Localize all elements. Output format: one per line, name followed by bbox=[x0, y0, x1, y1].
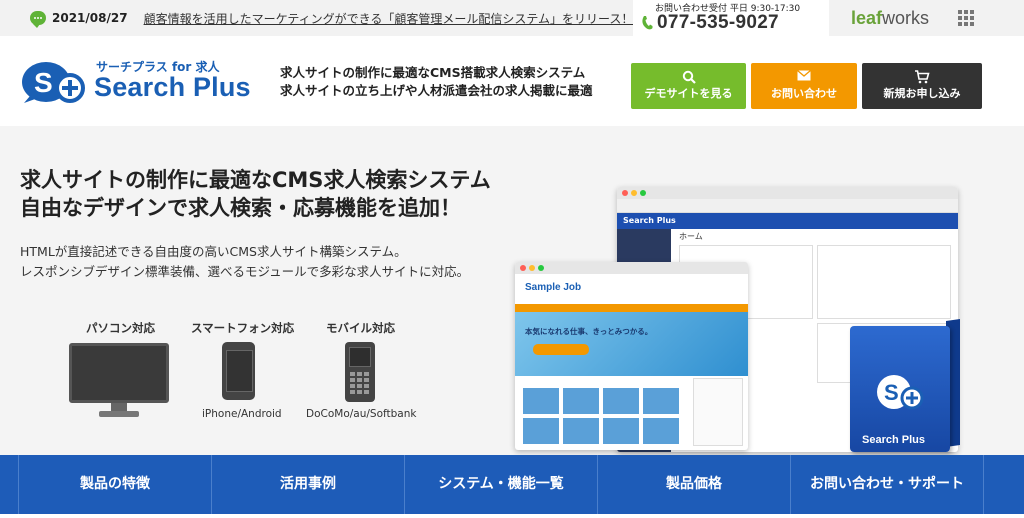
footer-strip bbox=[0, 514, 1024, 518]
sample-brand: Sample Job bbox=[525, 282, 582, 293]
news-link[interactable]: 顧客情報を活用したマーケティングができる「顧客管理メール配信システム」をリリース… bbox=[144, 10, 634, 27]
phone-icon bbox=[642, 16, 653, 30]
company-logo[interactable]: leafworks bbox=[851, 8, 929, 29]
mobile-carrier-label: DoCoMo/au/Softbank bbox=[306, 408, 417, 420]
pc-support-label: パソコン対応 bbox=[86, 321, 155, 335]
mail-icon bbox=[751, 63, 857, 85]
smartphone-support-label: スマートフォン対応 bbox=[191, 321, 295, 335]
nav-contact-support[interactable]: お問い合わせ・サポート bbox=[791, 455, 984, 514]
mobile-support-label: モバイル対応 bbox=[326, 321, 395, 335]
search-icon bbox=[631, 63, 746, 85]
svg-text:S: S bbox=[884, 380, 899, 405]
search-plus-logo-icon: S bbox=[877, 375, 924, 410]
chat-bubble-icon bbox=[30, 11, 46, 28]
apply-button[interactable]: 新規お申し込み bbox=[862, 63, 982, 109]
news-date: 2021/08/27 bbox=[52, 11, 128, 25]
logo-title[interactable]: Search Plus bbox=[94, 72, 251, 103]
admin-brand: Search Plus bbox=[617, 213, 958, 229]
smartphone-os-label: iPhone/Android bbox=[202, 408, 282, 420]
nav-pricing[interactable]: 製品価格 bbox=[598, 455, 791, 514]
site-header: S サーチプラス for 求人 Search Plus 求人サイトの制作に最適な… bbox=[0, 36, 1024, 126]
sample-job-screenshot: Sample Job 本気になれる仕事、きっとみつかる。 bbox=[515, 262, 748, 450]
product-package-image: S Search Plus bbox=[850, 319, 962, 452]
nav-case-studies[interactable]: 活用事例 bbox=[212, 455, 405, 514]
header-tagline: 求人サイトの制作に最適なCMS搭載求人検索システム 求人サイトの立ち上げや人材派… bbox=[280, 65, 593, 98]
demo-site-button[interactable]: デモサイトを見る bbox=[631, 63, 746, 109]
nav-system-functions[interactable]: システム・機能一覧 bbox=[405, 455, 598, 514]
smartphone-icon bbox=[222, 342, 255, 400]
sample-banner-text: 本気になれる仕事、きっとみつかる。 bbox=[525, 327, 653, 336]
feature-phone-icon bbox=[345, 342, 375, 402]
phone-number: 077-535-9027 bbox=[657, 12, 779, 33]
monitor-icon bbox=[69, 343, 169, 418]
phone-contact[interactable]: お問い合わせ受付 平日 9:30-17:30 077-535-9027 bbox=[633, 0, 829, 36]
contact-button[interactable]: お問い合わせ bbox=[751, 63, 857, 109]
hero-description: HTMLが直接記述できる自由度の高いCMS求人サイト構築システム。 レスポンシブ… bbox=[20, 244, 470, 279]
search-plus-logo-icon[interactable]: S bbox=[20, 58, 90, 104]
box-product-name: Search Plus bbox=[862, 434, 925, 446]
svg-text:S: S bbox=[34, 67, 53, 98]
top-bar: 2021/08/27 顧客情報を活用したマーケティングができる「顧客管理メール配… bbox=[0, 0, 1024, 36]
grid-menu-icon[interactable] bbox=[958, 10, 974, 26]
hero-title: 求人サイトの制作に最適なCMS求人検索システム 自由なデザインで求人検索・応募機… bbox=[20, 168, 491, 220]
news-ticker: 2021/08/27 顧客情報を活用したマーケティングができる「顧客管理メール配… bbox=[30, 9, 634, 28]
nav-features[interactable]: 製品の特徴 bbox=[18, 455, 212, 514]
cart-icon bbox=[862, 63, 982, 85]
main-navigation: 製品の特徴 活用事例 システム・機能一覧 製品価格 お問い合わせ・サポート bbox=[0, 455, 1024, 514]
admin-breadcrumb: ホーム bbox=[679, 232, 703, 241]
